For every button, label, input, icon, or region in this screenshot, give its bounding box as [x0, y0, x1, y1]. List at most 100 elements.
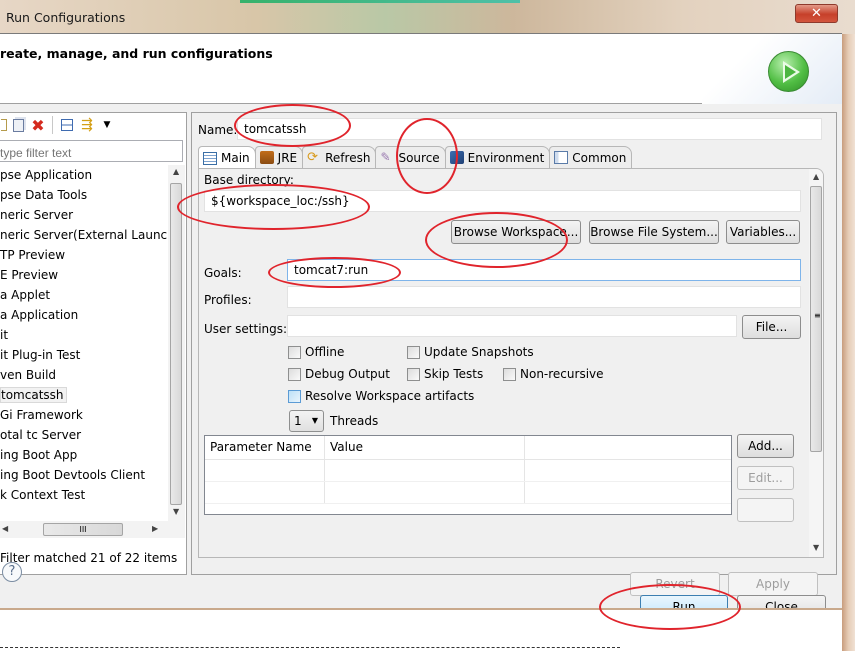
main-tab-icon [203, 151, 217, 165]
profiles-input[interactable] [287, 286, 801, 308]
tab-refresh[interactable]: ⟳ Refresh [302, 146, 377, 168]
delete-icon[interactable]: ✖ [28, 115, 48, 135]
jre-icon [259, 151, 274, 164]
tab-common[interactable]: Common [549, 146, 633, 168]
new-config-icon[interactable] [0, 115, 8, 135]
scroll-down-icon[interactable]: ▼ [173, 507, 179, 516]
tree-item[interactable]: ven Build [0, 365, 168, 385]
filter-status: Filter matched 21 of 22 items [0, 551, 178, 565]
help-icon[interactable]: ? [2, 562, 22, 582]
column-value[interactable]: Value [325, 436, 525, 459]
toolbar-separator [52, 116, 53, 134]
scroll-up-icon[interactable]: ▲ [173, 167, 179, 176]
tree-item[interactable]: tomcatssh [0, 385, 168, 405]
column-parameter-name[interactable]: Parameter Name [205, 436, 325, 459]
debug-output-checkbox[interactable]: Debug Output [288, 367, 390, 381]
add-parameter-button[interactable]: Add... [737, 434, 794, 458]
scrollbar-thumb[interactable]: III [43, 523, 123, 536]
threads-select[interactable]: 1 ▼ [289, 410, 324, 432]
refresh-icon: ⟳ [307, 150, 319, 165]
tree-item[interactable]: it Plug-in Test [0, 345, 168, 365]
tab-main[interactable]: Main [198, 146, 256, 169]
scroll-left-icon[interactable]: ◀ [2, 524, 8, 533]
tab-vertical-scrollbar[interactable]: ▲ ≡ ▼ [809, 169, 823, 557]
duplicate-icon[interactable] [8, 115, 28, 135]
tree-item[interactable]: E Preview [0, 265, 168, 285]
user-settings-label: User settings: [204, 322, 288, 336]
edit-parameter-button[interactable]: Edit... [737, 466, 794, 490]
resolve-workspace-checkbox[interactable]: Resolve Workspace artifacts [288, 389, 474, 403]
filter-icon[interactable]: ⇶ [77, 115, 97, 135]
environment-icon [449, 151, 464, 164]
tree-item[interactable]: a Applet [0, 285, 168, 305]
window-titlebar: Run Configurations ✕ [0, 0, 855, 34]
base-directory-label: Base directory: [204, 173, 294, 187]
parameter-table: Parameter Name Value [204, 435, 732, 515]
file-button[interactable]: File... [742, 315, 801, 339]
source-icon: ✎ [380, 150, 391, 164]
tree-item[interactable]: ing Boot App [0, 445, 168, 465]
tree-item[interactable]: neric Server [0, 205, 168, 225]
name-label: Name: [198, 123, 238, 137]
scroll-down-icon[interactable]: ▼ [813, 543, 819, 552]
scrollbar-thumb[interactable]: ≡ [810, 186, 822, 452]
tab-jre[interactable]: JRE [254, 146, 304, 168]
skip-tests-checkbox[interactable]: Skip Tests [407, 367, 483, 381]
table-row [205, 460, 731, 482]
tree-horizontal-scrollbar[interactable]: ◀ III ▶ [0, 521, 185, 538]
run-play-icon [768, 51, 809, 92]
tab-environment[interactable]: Environment [444, 146, 551, 168]
dialog-header: reate, manage, and run configurations [0, 34, 842, 104]
update-snapshots-checkbox[interactable]: Update Snapshots [407, 345, 534, 359]
browse-workspace-button[interactable]: Browse Workspace... [451, 220, 581, 244]
tree-item[interactable]: ing Boot Devtools Client [0, 465, 168, 485]
apply-button[interactable]: Apply [728, 572, 818, 596]
tree-item[interactable]: a Application [0, 305, 168, 325]
main-tab-content: Base directory: ${workspace_loc:/ssh} Br… [198, 168, 824, 558]
variables-button[interactable]: Variables... [726, 220, 800, 244]
tree-item[interactable]: k Context Test [0, 485, 168, 505]
dropdown-icon[interactable]: ▼ [97, 115, 117, 135]
filter-input[interactable] [0, 140, 183, 162]
dialog-header-title: reate, manage, and run configurations [0, 46, 273, 61]
goals-input[interactable]: tomcat7:run [287, 259, 801, 281]
tree-item[interactable]: otal tc Server [0, 425, 168, 445]
chevron-down-icon: ▼ [311, 416, 318, 425]
window-title: Run Configurations [6, 10, 126, 25]
tree-item[interactable]: TP Preview [0, 245, 168, 265]
user-settings-input[interactable] [287, 315, 737, 337]
tree-item[interactable]: it [0, 325, 168, 345]
window-frame-right [842, 34, 855, 651]
config-editor-panel: Name: tomcatssh Main JRE ⟳ Refresh ✎ Sou… [191, 112, 837, 596]
name-input[interactable]: tomcatssh [237, 118, 822, 140]
close-icon[interactable]: ✕ [795, 4, 838, 23]
scroll-up-icon[interactable]: ▲ [813, 172, 819, 181]
table-header: Parameter Name Value [205, 436, 731, 460]
config-tree: pse Application pse Data Tools neric Serve… [0, 165, 168, 521]
offline-checkbox[interactable]: Offline [288, 345, 344, 359]
base-directory-input[interactable]: ${workspace_loc:/ssh} [204, 190, 801, 212]
threads-label: Threads [330, 414, 379, 428]
background-divider [0, 647, 620, 648]
scrollbar-thumb[interactable] [170, 183, 182, 505]
tab-source[interactable]: ✎ Source [375, 146, 446, 168]
tree-item[interactable]: pse Data Tools [0, 185, 168, 205]
tree-item[interactable]: pse Application [0, 165, 168, 185]
config-list-panel: ✖ ⇶ ▼ pse Applicationpse Data Toolsneric… [0, 112, 187, 575]
scroll-right-icon[interactable]: ▶ [152, 524, 158, 533]
tree-item[interactable]: neric Server(External Launch) [0, 225, 168, 245]
revert-button[interactable]: Revert [630, 572, 720, 596]
tree-item[interactable]: Gi Framework [0, 405, 168, 425]
background-document [0, 610, 842, 651]
table-row [205, 482, 731, 504]
goals-label: Goals: [204, 266, 242, 280]
browse-file-system-button[interactable]: Browse File System... [589, 220, 719, 244]
collapse-all-icon[interactable] [57, 115, 77, 135]
dialog-client: reate, manage, and run configurations ✖ … [0, 33, 842, 608]
non-recursive-checkbox[interactable]: Non-recursive [503, 367, 604, 381]
profiles-label: Profiles: [204, 293, 252, 307]
background-strip [240, 0, 520, 3]
tree-vertical-scrollbar[interactable]: ▲ ▼ [168, 165, 185, 521]
config-tabs: Main JRE ⟳ Refresh ✎ Source Environment … [198, 146, 633, 169]
remove-parameter-button[interactable] [737, 498, 794, 522]
